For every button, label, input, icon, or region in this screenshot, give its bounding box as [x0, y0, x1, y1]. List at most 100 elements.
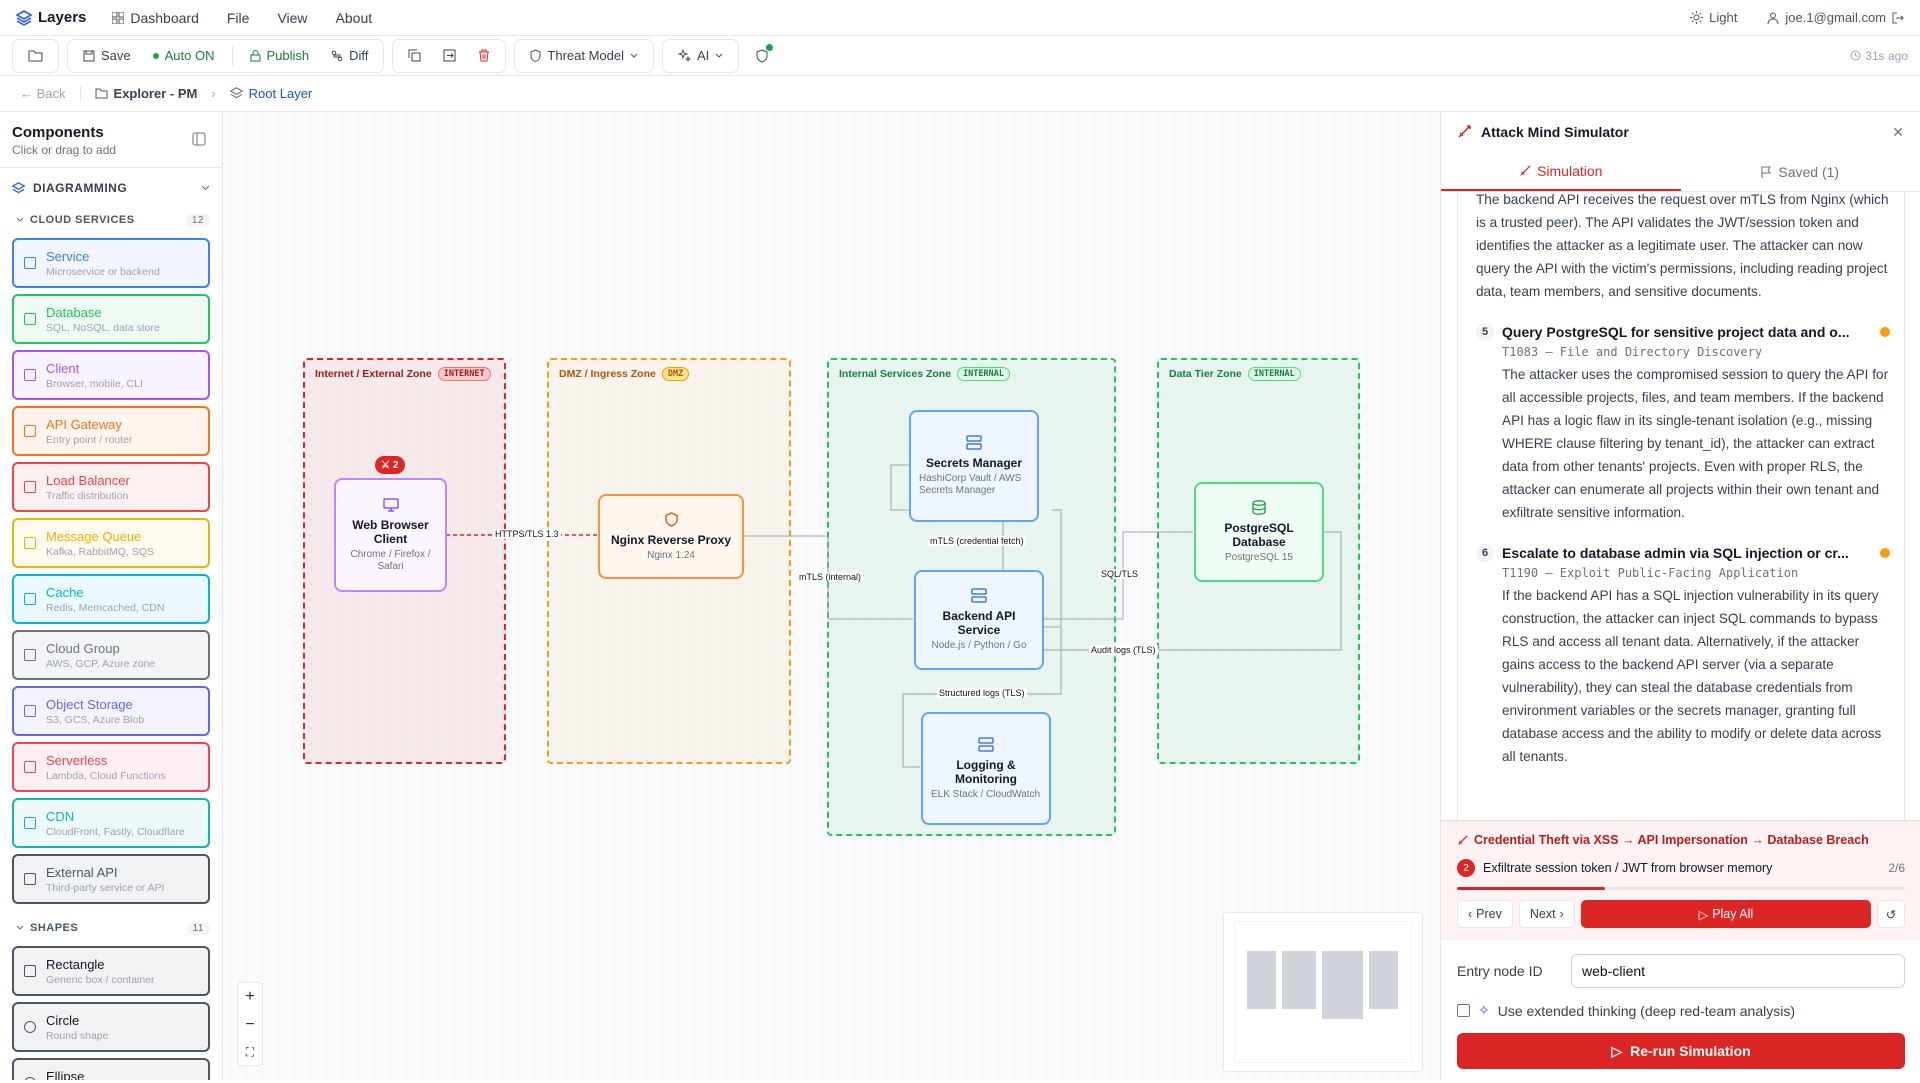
node-logging-monitoring[interactable]: Logging & Monitoring ELK Stack / CloudWa… [921, 712, 1051, 825]
component-serverless[interactable]: ServerlessLambda, Cloud Functions [12, 742, 210, 792]
node-title: Nginx Reverse Proxy [611, 533, 731, 547]
component-client[interactable]: ClientBrowser, mobile, CLI [12, 350, 210, 400]
entry-node-input[interactable]: web-client [1571, 954, 1905, 988]
save-button[interactable]: Save [74, 42, 140, 70]
group-shapes[interactable]: SHAPES 11 [0, 916, 222, 940]
breadcrumb-project[interactable]: Explorer - PM [95, 86, 198, 101]
node-subtitle: ELK Stack / CloudWatch [931, 789, 1040, 801]
minimap[interactable] [1223, 912, 1423, 1072]
extended-thinking-checkbox[interactable] [1457, 1004, 1470, 1017]
layers-icon [230, 87, 243, 100]
diff-button[interactable]: Diff [322, 42, 377, 70]
logout-icon[interactable] [1892, 12, 1904, 24]
close-icon[interactable]: ✕ [1892, 124, 1904, 141]
delete-button[interactable] [469, 42, 499, 70]
component-database[interactable]: Database SQL, NoSQL, data store [12, 294, 210, 344]
user-icon [1767, 12, 1779, 24]
auto-save-toggle[interactable]: Auto ON [144, 42, 224, 70]
component-name: Load Balancer [46, 473, 130, 488]
git-diff-icon [331, 50, 343, 62]
collapse-sidebar-icon[interactable] [192, 132, 206, 146]
reset-button[interactable]: ↺ [1877, 900, 1905, 928]
component-object-storage[interactable]: Object StorageS3, GCS, Azure Blob [12, 686, 210, 736]
component-name: Cloud Group [46, 641, 155, 656]
folder-icon [28, 49, 43, 62]
component-name: CDN [46, 809, 185, 824]
sword-icon [1457, 125, 1471, 139]
step-title: Query PostgreSQL for sensitive project d… [1502, 324, 1850, 340]
tab-label: Simulation [1537, 163, 1602, 179]
ai-button[interactable]: AI [669, 42, 732, 70]
tab-simulation[interactable]: Simulation [1441, 152, 1681, 191]
duplicate-button[interactable] [399, 42, 430, 70]
layers-icon [16, 10, 32, 26]
node-subtitle: HashiCorp Vault / AWS Secrets Manager [919, 473, 1029, 497]
component-cloud-group[interactable]: Cloud GroupAWS, GCP, Azure zone [12, 630, 210, 680]
back-button[interactable]: ← Back [20, 86, 66, 101]
menu-file[interactable]: File [227, 10, 250, 26]
export-button[interactable] [434, 42, 465, 70]
component-api-gateway[interactable]: API GatewayEntry point / router [12, 406, 210, 456]
node-postgresql-database[interactable]: PostgreSQL Database PostgreSQL 15 [1194, 482, 1324, 582]
node-secrets-manager[interactable]: Secrets Manager HashiCorp Vault / AWS Se… [909, 410, 1039, 522]
service-icon [24, 257, 36, 269]
section-diagramming[interactable]: DIAGRAMMING [0, 168, 222, 208]
threat-model-button[interactable]: Threat Model [521, 42, 647, 70]
component-description: Browser, mobile, CLI [46, 378, 143, 390]
component-description: Round shape [46, 1030, 108, 1042]
menu-view[interactable]: View [277, 10, 307, 26]
component-name: Cache [46, 585, 164, 600]
ai-dropdown[interactable]: AI [662, 39, 739, 73]
group-count: 12 [186, 214, 210, 227]
component-rectangle[interactable]: RectangleGeneric box / container [12, 946, 210, 996]
diagram-canvas[interactable]: Internet / External ZoneINTERNET DMZ / I… [223, 112, 1440, 1080]
component-circle[interactable]: CircleRound shape [12, 1002, 210, 1052]
component-description: Redis, Memcached, CDN [46, 602, 164, 614]
menu-dashboard[interactable]: Dashboard [112, 10, 199, 26]
security-status-button[interactable] [747, 42, 777, 70]
tab-saved[interactable]: Saved (1) [1681, 152, 1920, 191]
component-message-queue[interactable]: Message QueueKafka, RabbitMQ, SQS [12, 518, 210, 568]
message-queue-icon [24, 537, 36, 549]
user-menu[interactable]: joe.1@gmail.com [1767, 10, 1904, 25]
component-external-api[interactable]: External APIThird-party service or API [12, 854, 210, 904]
current-step-title: Exfiltrate session token / JWT from brow… [1483, 861, 1772, 875]
attack-step[interactable]: 6Escalate to database admin via SQL inje… [1476, 544, 1890, 768]
rerun-simulation-button[interactable]: ▷ Re-run Simulation [1457, 1033, 1905, 1069]
component-load-balancer[interactable]: Load BalancerTraffic distribution [12, 462, 210, 512]
node-title: Backend API Service [924, 609, 1034, 637]
threat-model-label: Threat Model [547, 48, 624, 63]
panel-tabs: Simulation Saved (1) [1441, 152, 1920, 192]
theme-toggle[interactable]: Light [1690, 10, 1737, 25]
breadcrumb-layer[interactable]: Root Layer [230, 86, 313, 101]
group-cloud-services[interactable]: CLOUD SERVICES 12 [0, 208, 222, 232]
node-backend-api-service[interactable]: Backend API Service Node.js / Python / G… [914, 570, 1044, 670]
zoom-out-icon[interactable]: − [245, 1016, 254, 1034]
attack-step-badge[interactable]: ⚔2 [375, 456, 405, 474]
component-cache[interactable]: Cache Redis, Memcached, CDN [12, 574, 210, 624]
component-cdn[interactable]: CDNCloudFront, Fastly, Cloudflare [12, 798, 210, 848]
step-title: Escalate to database admin via SQL injec… [1502, 545, 1849, 561]
component-service[interactable]: ServiceMicroservice or backend [12, 238, 210, 288]
component-name: Database [46, 305, 160, 320]
component-name: Rectangle [46, 957, 155, 972]
prev-button[interactable]: ‹Prev [1457, 900, 1513, 928]
group-label: SHAPES [30, 922, 78, 934]
threat-model-dropdown[interactable]: Threat Model [514, 39, 654, 73]
app-logo[interactable]: Layers [16, 9, 86, 26]
component-description: SQL, NoSQL, data store [46, 322, 160, 334]
menu-about[interactable]: About [336, 10, 373, 26]
component-ellipse[interactable]: EllipseOval shape [12, 1058, 210, 1080]
extended-thinking-option[interactable]: ✧ Use extended thinking (deep red-team a… [1457, 1002, 1905, 1019]
shield-icon [756, 49, 768, 63]
play-all-button[interactable]: ▷Play All [1581, 900, 1871, 928]
publish-button[interactable]: Publish [241, 42, 319, 70]
next-button[interactable]: Next› [1519, 900, 1575, 928]
cdn-icon [24, 817, 36, 829]
zoom-in-icon[interactable]: + [245, 988, 254, 1006]
fit-view-icon[interactable]: ⛶ [246, 1045, 254, 1060]
node-nginx-reverse-proxy[interactable]: Nginx Reverse Proxy Nginx 1.24 [598, 494, 744, 579]
node-web-browser-client[interactable]: Web Browser Client Chrome / Firefox / Sa… [334, 478, 447, 592]
open-folder-button[interactable] [19, 42, 52, 70]
attack-step[interactable]: 5Query PostgreSQL for sensitive project … [1476, 323, 1890, 524]
